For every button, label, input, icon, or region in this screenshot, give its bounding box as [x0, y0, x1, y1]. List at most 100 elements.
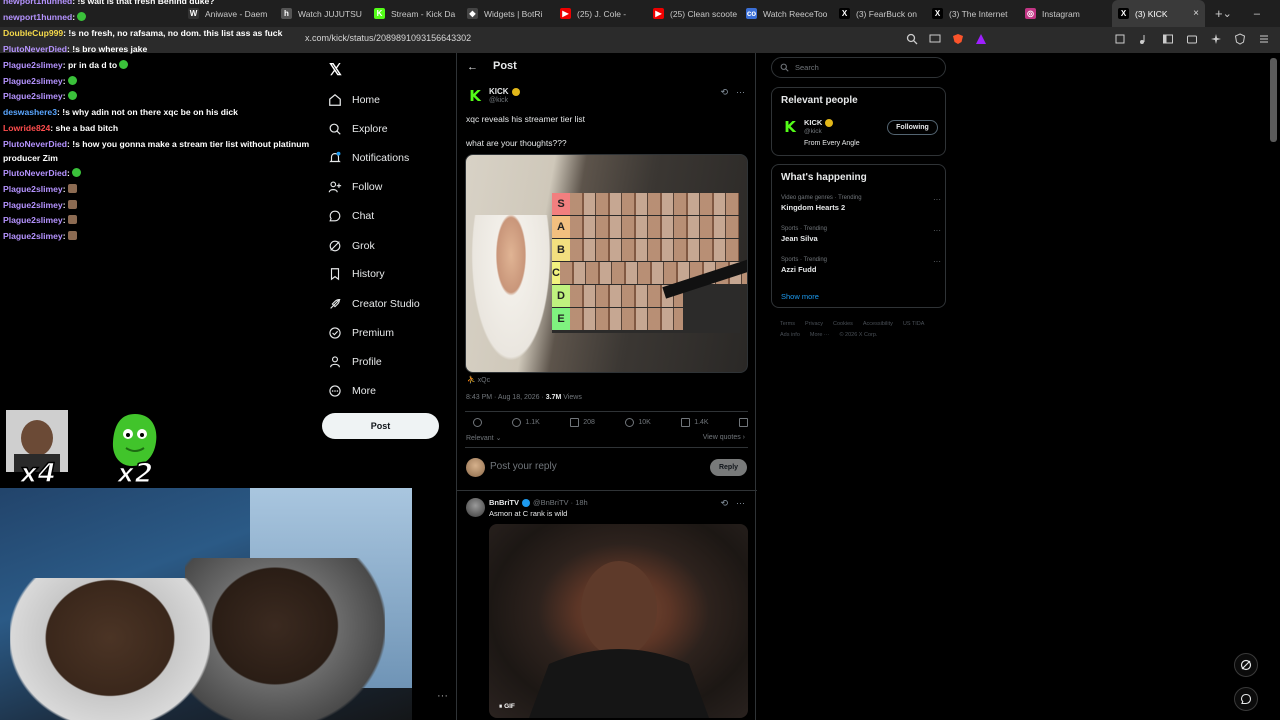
browser-tab[interactable]: X (3) KICK × [1112, 0, 1205, 27]
reply-author[interactable]: BnBriTV @BnBriTV · 18h [489, 498, 588, 507]
nav-item-history[interactable]: History [328, 264, 385, 284]
scrollbar[interactable] [1270, 58, 1277, 142]
back-arrow-icon[interactable]: ← [467, 61, 478, 73]
nav-item-explore[interactable]: Explore [328, 119, 388, 139]
trend-more-icon[interactable]: ··· [933, 257, 941, 266]
footer-link[interactable]: Accessibility [863, 319, 893, 330]
url-field[interactable]: x.com/kick/status/2089891093156643302 [305, 33, 471, 43]
reply-button[interactable]: 1.1K [512, 418, 540, 427]
my-avatar[interactable] [466, 458, 485, 477]
tab-list-chevron-icon[interactable]: ⌄ [1223, 7, 1232, 20]
trend-more-icon[interactable]: ··· [933, 226, 941, 235]
footer-link[interactable]: Cookies [833, 319, 853, 330]
messages-float-button[interactable] [1234, 687, 1258, 711]
nav-item-follow[interactable]: Follow [328, 177, 382, 197]
trend-item[interactable]: Sports · Trending Jean Silva ··· [781, 226, 941, 243]
person-avatar[interactable]: K [781, 118, 799, 136]
nav-item-home[interactable]: Home [328, 90, 380, 110]
grok-icon[interactable]: ⟲ [720, 87, 728, 98]
reply-submit-button[interactable]: Reply [710, 459, 747, 476]
close-tab-icon[interactable]: × [1193, 8, 1199, 19]
footer-link[interactable]: Terms [780, 319, 795, 330]
like-button[interactable]: 10K [625, 418, 651, 427]
reply-gif[interactable]: ⏸ GIF [489, 524, 748, 718]
browser-tab[interactable]: X (3) The Internet [926, 0, 1019, 27]
nav-item-more[interactable]: More [328, 381, 376, 401]
author-handle[interactable]: @kick [489, 97, 508, 104]
minimize-button[interactable]: – [1254, 8, 1260, 20]
browser-tab[interactable]: ▶ (25) J. Cole - [554, 0, 647, 27]
footer-link[interactable]: US TIDA [903, 319, 925, 330]
new-tab-button[interactable]: + [1215, 6, 1223, 21]
gif-frame [529, 561, 709, 718]
footer-link[interactable]: More ··· [810, 330, 830, 341]
person-handle[interactable]: @kick [804, 128, 822, 135]
grok-float-button[interactable] [1234, 653, 1258, 677]
replay-button[interactable] [473, 418, 482, 427]
x-logo-icon[interactable]: 𝕏 [329, 60, 342, 80]
zoom-search-icon[interactable] [906, 32, 918, 45]
tab-title: (3) FearBuck on [856, 8, 917, 19]
browser-tab[interactable]: ◎ Instagram [1019, 0, 1112, 27]
post-media-image[interactable]: SABCDE [465, 154, 748, 373]
share-button[interactable] [739, 418, 748, 427]
show-more-link[interactable]: Show more [781, 292, 819, 301]
sidebar-icon[interactable] [1162, 32, 1174, 44]
nav-item-grok[interactable]: Grok [328, 236, 375, 256]
footer-link[interactable]: Ads info [780, 330, 800, 341]
browser-tab[interactable]: co Watch ReeceToo [740, 0, 833, 27]
view-count: 3.7M [545, 394, 562, 401]
chat-message: deswashere3: !s why adin not on there xq… [3, 107, 238, 118]
nav-item-creator-studio[interactable]: Creator Studio [328, 294, 420, 314]
tier-faces [570, 308, 683, 330]
footer-links: Terms Privacy Cookies Accessibility US TIDA A… [780, 319, 940, 341]
search-box[interactable] [771, 57, 946, 78]
browser-tab[interactable]: K Stream - Kick Da [368, 0, 461, 27]
person-name[interactable]: KICK [804, 118, 834, 127]
browser-tab[interactable]: ▶ (25) Clean scoote [647, 0, 740, 27]
search-icon [328, 122, 342, 136]
search-input[interactable] [795, 63, 935, 72]
author-name[interactable]: KICK [489, 87, 520, 96]
music-icon[interactable] [1138, 32, 1150, 44]
bookmark-button[interactable]: 1.4K [681, 418, 709, 427]
nav-item-notifications[interactable]: Notifications [328, 148, 409, 168]
more-options-icon[interactable]: ··· [736, 498, 745, 509]
nav-item-label: Chat [352, 210, 375, 222]
cast-icon[interactable] [929, 32, 941, 44]
nav-item-profile[interactable]: Profile [328, 352, 382, 372]
view-quotes-link[interactable]: View quotes › [703, 434, 745, 441]
compose-post-button[interactable]: Post [322, 413, 439, 439]
browser-tab[interactable]: h Watch JUJUTSU [275, 0, 368, 27]
nav-item-label: History [352, 268, 385, 280]
trend-item[interactable]: Sports · Trending Azzi Fudd ··· [781, 257, 941, 274]
person-bio: From Every Angle [804, 140, 860, 147]
author-avatar[interactable]: K [466, 87, 484, 105]
post-time[interactable]: 8:43 PM · Aug 18, 2026 · [466, 394, 546, 401]
nav-item-premium[interactable]: Premium [328, 323, 394, 343]
nav-overflow-dots-icon[interactable]: ··· [437, 690, 448, 702]
sort-relevant-dropdown[interactable]: Relevant ⌄ [466, 434, 501, 442]
reply-input[interactable]: Post your reply [490, 461, 557, 472]
trend-more-icon[interactable]: ··· [933, 195, 941, 204]
brave-shield-icon[interactable] [952, 32, 964, 44]
brave-rewards-icon[interactable] [975, 32, 987, 44]
repost-button[interactable]: 208 [570, 418, 595, 427]
tagged-user[interactable]: ⛹ xQc [467, 376, 490, 384]
following-button[interactable]: Following [887, 120, 938, 135]
reply-author-avatar[interactable] [466, 498, 485, 517]
menu-icon[interactable] [1258, 32, 1270, 44]
more-options-icon[interactable]: ··· [736, 87, 745, 98]
browser-tab[interactable]: ◆ Widgets | BotRi [461, 0, 554, 27]
footer-link[interactable]: © 2026 X Corp. [839, 330, 877, 341]
browser-tab[interactable]: X (3) FearBuck on [833, 0, 926, 27]
trend-item[interactable]: Video game genres · Trending Kingdom Hear… [781, 195, 941, 212]
leo-ai-icon[interactable] [1210, 32, 1222, 44]
chat-emote-icon [67, 215, 77, 224]
vpn-shield-icon[interactable] [1234, 32, 1246, 45]
grok-icon[interactable]: ⟲ [720, 498, 728, 509]
extensions-icon[interactable] [1114, 32, 1126, 44]
footer-link[interactable]: Privacy [805, 319, 823, 330]
wallet-icon[interactable] [1186, 32, 1198, 44]
nav-item-chat[interactable]: Chat [328, 206, 374, 226]
